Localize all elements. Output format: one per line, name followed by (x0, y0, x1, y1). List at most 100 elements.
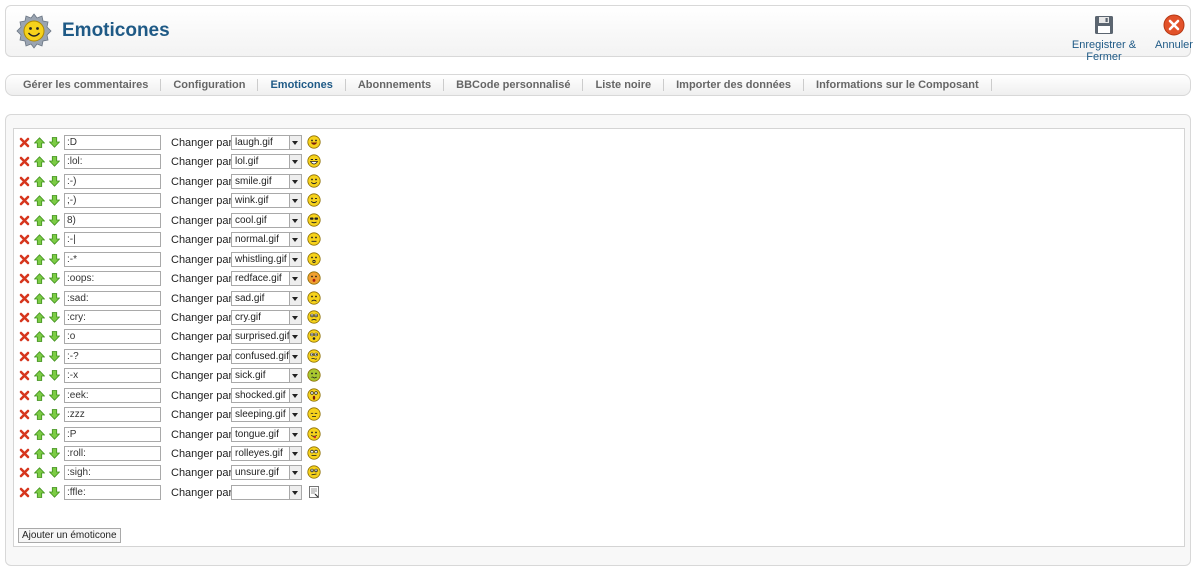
emoticon-code-input[interactable] (64, 387, 161, 403)
emoticon-image-select[interactable]: sleeping.gif (231, 407, 302, 423)
move-down-icon[interactable] (49, 428, 60, 440)
delete-icon[interactable] (19, 448, 30, 459)
delete-icon[interactable] (19, 312, 30, 323)
move-up-icon[interactable] (34, 253, 45, 265)
emoticon-image-select[interactable]: laugh.gif (231, 135, 302, 150)
move-up-icon[interactable] (34, 331, 45, 343)
delete-icon[interactable] (19, 331, 30, 342)
delete-icon[interactable] (19, 390, 30, 401)
emoticon-image-select[interactable]: cool.gif (231, 212, 302, 228)
emoticon-code-input[interactable] (64, 329, 161, 345)
move-up-icon[interactable] (34, 176, 45, 187)
delete-icon[interactable] (19, 370, 30, 381)
move-down-icon[interactable] (49, 409, 60, 420)
move-up-icon[interactable] (34, 389, 45, 401)
emoticon-image-select[interactable]: confused.gif (231, 348, 302, 364)
move-down-icon[interactable] (49, 389, 60, 401)
delete-icon[interactable] (19, 429, 30, 440)
emoticon-code-input[interactable] (64, 348, 161, 364)
delete-icon[interactable] (19, 487, 30, 498)
emoticon-image-select[interactable]: rolleyes.gif (231, 446, 302, 461)
emoticon-code-input[interactable] (64, 212, 161, 228)
move-down-icon[interactable] (49, 137, 60, 148)
emoticon-code-input[interactable] (64, 426, 161, 442)
move-up-icon[interactable] (34, 195, 45, 207)
emoticon-code-input[interactable] (64, 173, 161, 189)
move-up-icon[interactable] (34, 487, 45, 498)
tab-bbcode-personnalis[interactable]: BBCode personnalisé (444, 79, 584, 91)
emoticon-code-input[interactable] (64, 465, 161, 481)
emoticon-image-select[interactable]: sick.gif (231, 368, 302, 384)
add-emoticon-button[interactable]: Ajouter un émoticone (18, 528, 121, 543)
move-down-icon[interactable] (49, 175, 60, 187)
delete-icon[interactable] (19, 467, 30, 478)
move-up-icon[interactable] (34, 214, 45, 226)
move-down-icon[interactable] (49, 370, 60, 382)
move-down-icon[interactable] (49, 292, 60, 304)
emoticon-image-select[interactable]: smile.gif (231, 173, 302, 189)
emoticon-code-input[interactable] (64, 154, 161, 170)
move-up-icon[interactable] (34, 448, 45, 459)
emoticon-image-select[interactable]: wink.gif (231, 193, 302, 209)
delete-icon[interactable] (19, 215, 30, 226)
emoticon-code-input[interactable] (64, 271, 161, 287)
move-up-icon[interactable] (34, 370, 45, 382)
move-up-icon[interactable] (34, 273, 45, 284)
delete-icon[interactable] (19, 273, 30, 284)
move-down-icon[interactable] (49, 312, 60, 323)
delete-icon[interactable] (19, 176, 30, 187)
move-down-icon[interactable] (49, 195, 60, 207)
emoticon-image-select[interactable]: whistling.gif (231, 251, 302, 267)
tab-liste-noire[interactable]: Liste noire (583, 79, 665, 91)
emoticon-image-select[interactable] (231, 484, 302, 500)
emoticon-code-input[interactable] (64, 407, 161, 423)
move-down-icon[interactable] (49, 350, 60, 362)
emoticon-image-select[interactable]: normal.gif (231, 232, 302, 248)
cancel-button[interactable]: Annuler (1154, 14, 1194, 51)
move-up-icon[interactable] (34, 156, 45, 168)
move-down-icon[interactable] (49, 331, 60, 343)
move-up-icon[interactable] (34, 292, 45, 304)
emoticon-image-select[interactable]: cry.gif (231, 309, 302, 325)
emoticon-image-select[interactable]: tongue.gif (231, 426, 302, 442)
emoticon-code-input[interactable] (64, 232, 161, 248)
emoticon-image-select[interactable]: redface.gif (231, 271, 302, 287)
tab-configuration[interactable]: Configuration (161, 79, 259, 91)
move-up-icon[interactable] (34, 234, 45, 246)
save-close-button[interactable]: Enregistrer & Fermer (1060, 14, 1148, 63)
tab-emoticones[interactable]: Emoticones (258, 79, 346, 91)
delete-icon[interactable] (19, 137, 30, 148)
tab-informations-sur-le-composant[interactable]: Informations sur le Composant (804, 79, 992, 91)
delete-icon[interactable] (19, 254, 30, 265)
move-down-icon[interactable] (49, 486, 60, 498)
delete-icon[interactable] (19, 293, 30, 304)
move-down-icon[interactable] (49, 273, 60, 284)
emoticon-code-input[interactable] (64, 484, 161, 500)
move-up-icon[interactable] (34, 351, 45, 362)
move-down-icon[interactable] (49, 214, 60, 226)
delete-icon[interactable] (19, 195, 30, 206)
emoticon-code-input[interactable] (64, 193, 161, 209)
move-up-icon[interactable] (34, 428, 45, 440)
emoticon-image-select[interactable]: shocked.gif (231, 387, 302, 403)
tab-abonnements[interactable]: Abonnements (346, 79, 445, 91)
emoticon-image-select[interactable]: lol.gif (231, 154, 302, 170)
move-up-icon[interactable] (34, 137, 45, 148)
emoticon-image-select[interactable]: surprised.gif (231, 329, 302, 345)
delete-icon[interactable] (19, 409, 30, 420)
emoticon-code-input[interactable] (64, 446, 161, 461)
emoticon-code-input[interactable] (64, 251, 161, 267)
delete-icon[interactable] (19, 156, 30, 167)
tab-g-rer-les-commentaires[interactable]: Gérer les commentaires (11, 79, 162, 91)
move-down-icon[interactable] (49, 156, 60, 168)
move-up-icon[interactable] (34, 409, 45, 421)
move-up-icon[interactable] (34, 467, 45, 479)
emoticon-code-input[interactable] (64, 309, 161, 325)
move-up-icon[interactable] (34, 312, 45, 323)
emoticon-code-input[interactable] (64, 135, 161, 150)
move-down-icon[interactable] (49, 234, 60, 245)
emoticon-code-input[interactable] (64, 290, 161, 306)
tab-importer-des-donn-es[interactable]: Importer des données (664, 79, 805, 91)
move-down-icon[interactable] (49, 467, 60, 479)
delete-icon[interactable] (19, 351, 30, 362)
